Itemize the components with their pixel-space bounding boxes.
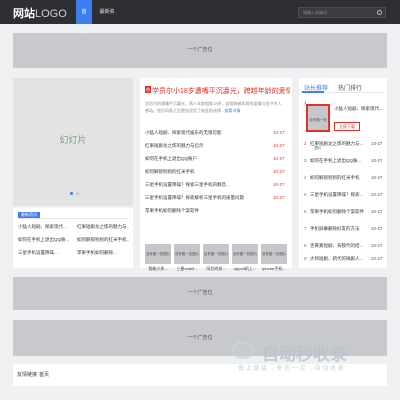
friend-link[interactable]: 首页	[39, 371, 49, 378]
list-item[interactable]: 如何解锁别别的红米手机	[145, 169, 260, 175]
thumbnail-image[interactable]: 没有图一张图片	[203, 244, 229, 264]
watermark-subtext: 做 上 链 接 → 来 访 一 次 → 自 动 收 录	[238, 366, 344, 372]
top-navigation-bar: 网站LOGO 首页 最新资讯 请输入关键词	[0, 0, 400, 39]
read-more-link[interactable]: 查看详情	[224, 108, 240, 113]
list-item[interactable]: 苹果手机如何删除个案软件	[145, 208, 260, 214]
featured-headline[interactable]: 学员尔小18岁遭嘴平沉瀛光，跨越年龄的爱情与坚守	[152, 86, 290, 96]
thumbnail-caption[interactable]: 智能小多...	[145, 266, 171, 272]
search-placeholder: 请输入关键词	[303, 10, 327, 15]
summary-text: 学员尔的遭嘴平沉瀛光，两人年龄相差18岁，这段跨越年龄的爱情与坚守令人感动。经历…	[145, 101, 282, 113]
item-date: 10-27	[371, 175, 383, 180]
list-item[interactable]: 小猛人短剧、探索现代...	[18, 224, 70, 230]
hot-tag: 热	[145, 86, 151, 93]
list-item[interactable]: 三星手机设置降噪？探索三星手机的静音...	[145, 182, 260, 188]
item-date: 10-27	[371, 243, 383, 248]
tab-hot-ranking[interactable]: 热门排行	[338, 83, 362, 92]
rank-number: 2	[304, 141, 307, 146]
watermark-icon	[232, 341, 254, 359]
list-item[interactable]: 红果短剧龙之炼的魅力与...	[310, 141, 366, 147]
rank-number: 4	[304, 175, 307, 180]
thumbnail-caption[interactable]: 三星note5...	[174, 266, 200, 272]
item-date: 10-27	[273, 182, 285, 187]
item-date: 10-27	[371, 209, 383, 214]
image-slider[interactable]: 幻灯片	[13, 78, 133, 206]
friend-links-label: 友情链接	[17, 372, 38, 378]
list-item[interactable]: 如何在手机上退出QQ账...	[310, 158, 366, 164]
tab-underline	[302, 91, 324, 93]
item-date: 10-27	[273, 195, 285, 200]
thumbnail-image[interactable]: 没有图一张图片	[261, 244, 287, 264]
list-item[interactable]: 苹果手机如何删除...	[77, 250, 129, 256]
slider-dot-active[interactable]	[70, 192, 73, 195]
rank-number: 9	[304, 256, 307, 261]
thumbnail-caption[interactable]: oppo5机上...	[232, 266, 258, 272]
nav-home[interactable]: 首页	[76, 0, 92, 39]
latest-news-panel: 最新资讯 小猛人短剧、探索现代... 红果短剧龙之炼的魅力与... 如何在手机上…	[13, 208, 133, 268]
logo-bold: 网站	[13, 8, 35, 20]
rank-number: 7	[304, 226, 307, 231]
item-date: 10-27	[371, 158, 383, 163]
item-date: 10-27	[273, 169, 285, 174]
ad-banner-middle[interactable]: 一个广告位	[13, 277, 387, 310]
list-item[interactable]: 如何解锁别别的红米手机...	[77, 237, 129, 243]
watermark-text: 自动秒收录	[262, 345, 347, 364]
logo-light: LOGO	[35, 8, 67, 20]
slider-dot[interactable]	[76, 192, 79, 195]
item-date: 10-27	[371, 192, 383, 197]
thumbnail-image[interactable]: 没有图一张图片	[174, 244, 200, 264]
list-item[interactable]: 如何解锁别别的红米手机	[310, 175, 366, 181]
list-item[interactable]: 如何在手机上退出QQ账...	[18, 237, 70, 243]
nav-latest[interactable]: 最新资讯	[95, 0, 119, 39]
list-item[interactable]: 如何在手机上退出QQ账户	[145, 156, 260, 162]
item-date: 10-27	[371, 141, 383, 146]
featured-title[interactable]: 小猛人短剧、探索现代...	[334, 106, 384, 112]
featured-summary: 学员尔的遭嘴平沉瀛光，两人年龄相差18岁，这段跨越年龄的爱情与坚守令人感动。经历…	[145, 100, 285, 114]
search-icon[interactable]	[377, 10, 382, 15]
item-date: 10-27	[371, 226, 383, 231]
slider-placeholder: 幻灯片	[59, 135, 87, 145]
list-item[interactable]: 三星手机设置降噪？探索...	[310, 192, 366, 198]
rank-number: 6	[304, 209, 307, 214]
divider	[18, 218, 128, 219]
list-item[interactable]: 三星手机设置降噪...	[18, 250, 70, 256]
list-item[interactable]: 苹果手机如何删除个案软件	[310, 209, 366, 215]
list-item[interactable]: 大师短剧、新代的微剧人...	[310, 256, 366, 262]
rank-number: 8	[304, 243, 307, 248]
search-input[interactable]: 请输入关键词	[298, 7, 386, 18]
rank-number: 5	[304, 192, 307, 197]
thumbnail-caption[interactable]: 阿芯的技...	[203, 266, 229, 272]
site-logo[interactable]: 网站LOGO	[13, 5, 67, 21]
item-date: 10-27	[273, 156, 285, 161]
item-date: 10-27	[273, 143, 285, 148]
item-date: 10-27	[371, 256, 383, 261]
list-item[interactable]: 手机屏幕删除好友的方法	[310, 226, 366, 232]
list-item[interactable]: 红果短剧龙之炼的魅力与启示	[145, 143, 260, 149]
list-item[interactable]: 三星手机设置降噪？探索解析三星手机的质量问题	[145, 195, 260, 201]
thumbnail-image[interactable]: 没有图一张图片	[232, 244, 258, 264]
rank-number: 3	[304, 158, 307, 163]
download-button[interactable]: 立即下载	[334, 122, 360, 131]
featured-thumbnail[interactable]: 没有图一张图片	[306, 104, 330, 150]
thumbnail-image[interactable]: 没有图一张图片	[145, 244, 171, 264]
list-item[interactable]: 杏黄素短剧、背肢代的结...	[310, 243, 366, 249]
item-date: 10-27	[273, 130, 285, 135]
thumbnail-caption[interactable]: iphone手机...	[261, 266, 287, 272]
list-item[interactable]: 小猛人短剧、探索现代娱乐的无限可能	[145, 130, 260, 136]
list-item[interactable]: 红果短剧龙之炼的魅力与...	[77, 224, 129, 230]
ad-banner-top[interactable]: 一个广告位	[13, 33, 387, 68]
